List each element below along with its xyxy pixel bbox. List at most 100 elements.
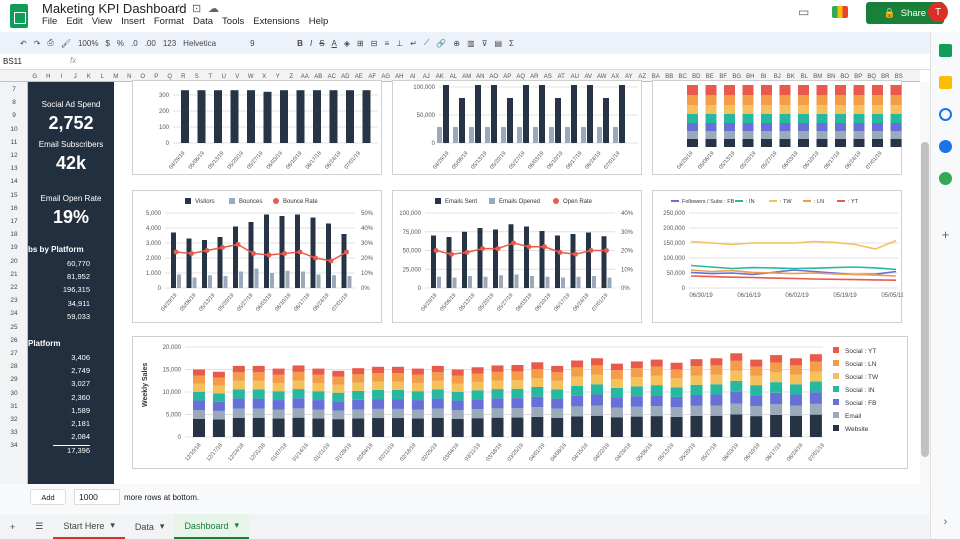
menu-extensions[interactable]: Extensions: [253, 16, 299, 27]
chart-email-volume[interactable]: 100,000 50,000 0 04/29/19 05/06/19 05/13/19 05…: [392, 80, 642, 175]
menu-format[interactable]: Format: [154, 16, 184, 27]
keep-icon[interactable]: [939, 76, 952, 89]
row-header[interactable]: 31: [0, 403, 28, 410]
column-header[interactable]: M: [109, 71, 123, 81]
rows-count-input[interactable]: 1000: [74, 489, 120, 505]
chart-email[interactable]: Emails Sent Emails Opened Open Rate 100,000…: [392, 190, 642, 323]
row-header[interactable]: 24: [0, 310, 28, 317]
move-folder-icon[interactable]: ⊡: [192, 2, 201, 15]
row-header[interactable]: 14: [0, 178, 28, 185]
functions-icon[interactable]: Σ: [509, 39, 514, 48]
column-header[interactable]: I: [55, 71, 69, 81]
sheets-logo-icon[interactable]: [10, 4, 28, 28]
chart-followers[interactable]: Followers / Subs : FB: IN: TW: LN: YT 250…: [652, 190, 903, 323]
strikethrough-button[interactable]: S: [319, 39, 324, 48]
row-header[interactable]: 29: [0, 376, 28, 383]
row-header[interactable]: 32: [0, 416, 28, 423]
menu-insert[interactable]: Insert: [121, 16, 145, 27]
menu-data[interactable]: Data: [193, 16, 213, 27]
menu-view[interactable]: View: [92, 16, 112, 27]
all-sheets-icon[interactable]: ☰: [25, 514, 53, 539]
chart-icon[interactable]: ▥: [467, 39, 475, 48]
filter-icon[interactable]: ⊽: [482, 39, 488, 48]
add-rows-button[interactable]: Add: [30, 489, 66, 505]
redo-icon[interactable]: ↷: [34, 39, 41, 48]
fill-color-icon[interactable]: ◈: [344, 39, 350, 48]
undo-icon[interactable]: ↶: [20, 39, 27, 48]
row-header[interactable]: 26: [0, 337, 28, 344]
row-header[interactable]: 11: [0, 139, 28, 146]
vertical-scrollbar[interactable]: [920, 82, 930, 484]
row-header[interactable]: 17: [0, 218, 28, 225]
currency-button[interactable]: $: [105, 39, 109, 48]
row-header[interactable]: 30: [0, 390, 28, 397]
star-icon[interactable]: ☆: [174, 2, 184, 15]
add-sheet-icon[interactable]: +: [0, 514, 25, 539]
menu-tools[interactable]: Tools: [222, 16, 244, 27]
wrap-icon[interactable]: ↵: [410, 39, 417, 48]
contacts-icon[interactable]: [939, 140, 952, 153]
scroll-thumb[interactable]: [921, 142, 929, 457]
row-header[interactable]: 16: [0, 205, 28, 212]
tasks-icon[interactable]: [939, 108, 952, 121]
comment-icon[interactable]: ▭: [798, 5, 809, 19]
merge-icon[interactable]: ⊟: [371, 39, 378, 48]
sheets-icon[interactable]: [939, 44, 952, 57]
row-header[interactable]: 23: [0, 297, 28, 304]
cloud-status-icon[interactable]: ☁: [208, 2, 219, 15]
chart-social-stack[interactable]: 04/29/19 05/06/19 05/13/19 05/20/19 05/27/19…: [652, 80, 902, 175]
more-formats-button[interactable]: 123: [163, 39, 176, 48]
add-addon-icon[interactable]: +: [939, 228, 952, 241]
chart-weekly-sales[interactable]: 20,000 15,000 10,000 5,000 0 Weekly Sales 12/1…: [132, 336, 908, 469]
row-header[interactable]: 10: [0, 126, 28, 133]
row-header[interactable]: 33: [0, 429, 28, 436]
row-header[interactable]: 28: [0, 363, 28, 370]
font-select[interactable]: Helvetica: [183, 39, 243, 48]
column-header[interactable]: G: [28, 71, 42, 81]
percent-button[interactable]: %: [117, 39, 124, 48]
paint-format-icon[interactable]: 🖌: [61, 39, 71, 48]
column-header[interactable]: K: [82, 71, 96, 81]
menu-edit[interactable]: Edit: [66, 16, 82, 27]
valign-icon[interactable]: ⊥: [396, 39, 403, 48]
align-icon[interactable]: ≡: [384, 39, 389, 48]
row-header[interactable]: 12: [0, 152, 28, 159]
bold-button[interactable]: B: [297, 39, 303, 48]
row-header[interactable]: 22: [0, 284, 28, 291]
text-color-button[interactable]: A: [332, 39, 337, 48]
row-header[interactable]: 27: [0, 350, 28, 357]
row-header[interactable]: 9: [0, 112, 28, 119]
meet-icon[interactable]: [832, 6, 848, 18]
row-header[interactable]: 34: [0, 442, 28, 449]
column-header[interactable]: H: [42, 71, 56, 81]
row-header[interactable]: 18: [0, 231, 28, 238]
chart-traffic[interactable]: Visitors Bounces Bounce Rate 5,000 4,000 3,00…: [132, 190, 382, 323]
row-header[interactable]: 19: [0, 244, 28, 251]
zoom-select[interactable]: 100%: [78, 39, 98, 48]
expand-panel-icon[interactable]: ›: [939, 516, 952, 529]
borders-icon[interactable]: ⊞: [357, 39, 364, 48]
italic-button[interactable]: I: [310, 39, 312, 48]
font-size-select[interactable]: 9: [250, 39, 290, 48]
column-header[interactable]: J: [69, 71, 83, 81]
maps-icon[interactable]: [939, 172, 952, 185]
row-header[interactable]: 20: [0, 258, 28, 265]
name-box[interactable]: BS11: [3, 57, 22, 66]
tab-data[interactable]: Data ▾: [125, 514, 175, 539]
column-header[interactable]: L: [96, 71, 110, 81]
chart-ad-spend[interactable]: 300 200 100 0 04/29/19 05/06/19 05/13/19 05/20/…: [132, 80, 382, 175]
link-icon[interactable]: 🔗: [436, 39, 446, 48]
comment-add-icon[interactable]: ⊕: [453, 39, 460, 48]
decrease-decimal-button[interactable]: .0: [131, 39, 138, 48]
document-title[interactable]: Maketing KPI Dashboard: [42, 1, 187, 16]
menu-file[interactable]: File: [42, 16, 57, 27]
tab-start-here[interactable]: Start Here ▾: [53, 514, 125, 539]
filter-views-icon[interactable]: ▤: [494, 39, 502, 48]
row-header[interactable]: 15: [0, 192, 28, 199]
increase-decimal-button[interactable]: .00: [145, 39, 156, 48]
row-header[interactable]: 21: [0, 271, 28, 278]
row-header[interactable]: 8: [0, 99, 28, 106]
tab-dashboard[interactable]: Dashboard ▾: [174, 514, 249, 539]
rotate-icon[interactable]: ⟋: [424, 38, 430, 48]
row-header[interactable]: 25: [0, 324, 28, 331]
